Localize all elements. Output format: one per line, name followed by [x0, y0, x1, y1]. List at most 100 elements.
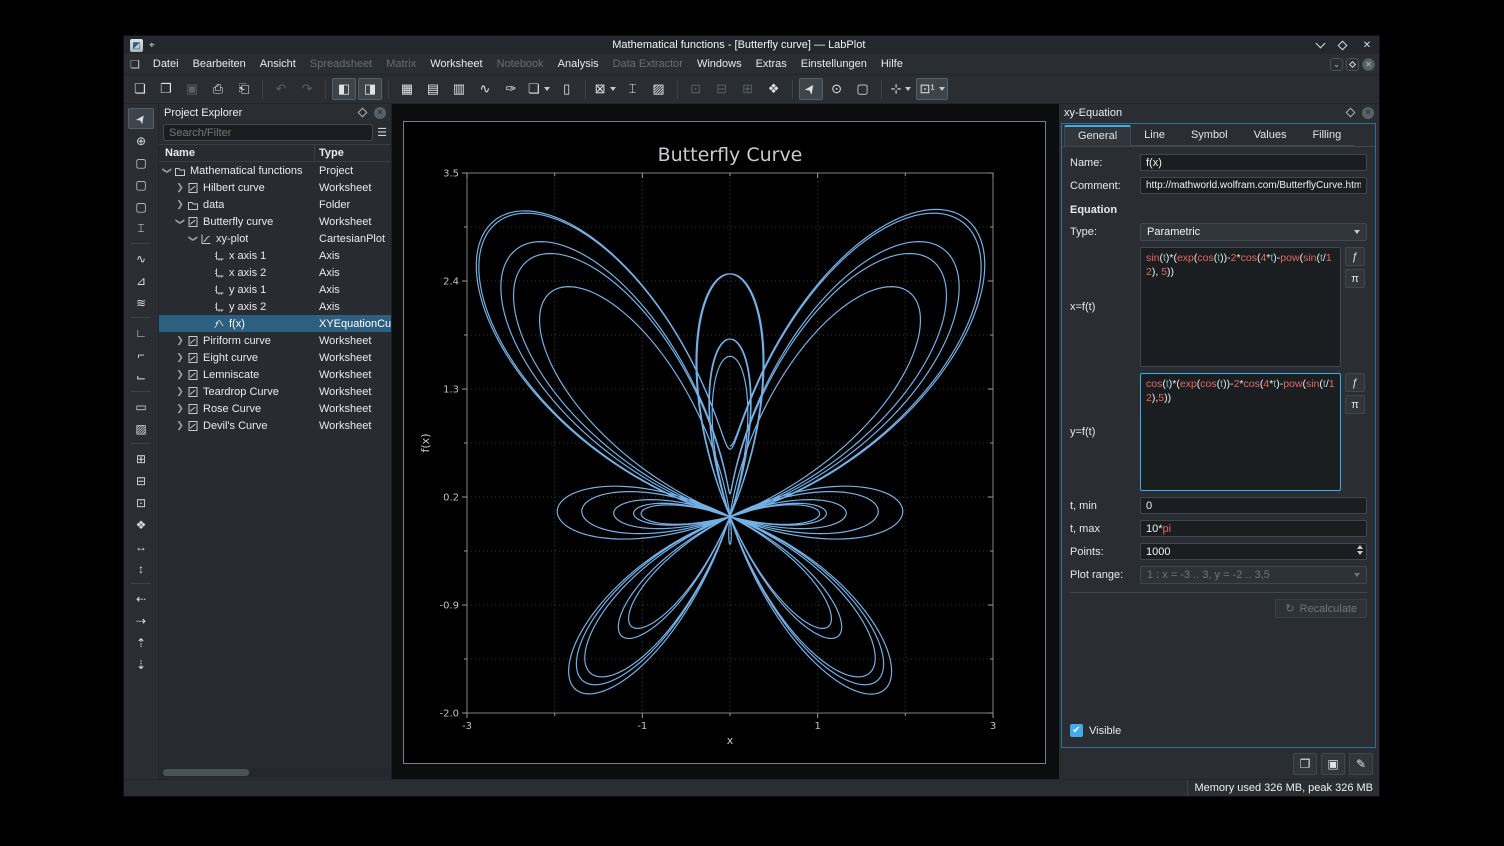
toggle-project-explorer-button[interactable]: ◧ — [332, 78, 356, 100]
horizontal-scrollbar[interactable] — [161, 768, 389, 777]
zoom-fit-button[interactable]: ❖ — [128, 514, 154, 535]
tree-row-rose-curve[interactable]: ❯Rose CurveWorksheet — [159, 400, 391, 417]
zoom-y-select-tool-button[interactable]: ▢ — [128, 196, 154, 217]
equation-type-select[interactable]: Parametric — [1140, 223, 1367, 241]
show-all-windows-button[interactable]: ❖ — [762, 78, 786, 100]
expander-icon[interactable]: ❯ — [175, 386, 185, 397]
tab-values[interactable]: Values — [1241, 126, 1300, 146]
shift-right-x-button[interactable]: ⇢ — [128, 610, 154, 631]
add-x-axis-button[interactable]: ⌐ — [128, 344, 154, 365]
add-plot-image-button[interactable]: ▨ — [128, 418, 154, 439]
tree-row-y-axis-1[interactable]: y axis 1Axis — [159, 281, 391, 298]
stepper-arrows[interactable] — [1357, 545, 1363, 555]
close-panel-icon[interactable]: ✕ — [374, 107, 386, 119]
select-tool-button[interactable]: ➤ — [128, 108, 154, 129]
menu-hilfe[interactable]: Hilfe — [874, 56, 910, 72]
menu-worksheet[interactable]: Worksheet — [423, 56, 489, 72]
tree-row-hilbert-curve[interactable]: ❯Hilbert curveWorksheet — [159, 179, 391, 196]
add-legend-button[interactable]: ▭ — [128, 396, 154, 417]
save-function-as-button[interactable]: ✎ — [1349, 753, 1373, 775]
tree-row-x-axis-1[interactable]: x axis 1Axis — [159, 247, 391, 264]
filter-options-icon[interactable]: ☰ — [377, 126, 387, 139]
titlebar[interactable]: ◩ ⌖ Mathematical functions - [Butterfly … — [124, 36, 1379, 54]
new-spreadsheet-button[interactable]: ▤ — [421, 78, 445, 100]
float-panel-icon[interactable] — [358, 108, 368, 118]
expander-icon[interactable]: ❯ — [175, 403, 185, 414]
add-axis-button[interactable]: ∟ — [128, 322, 154, 343]
float-panel-icon[interactable] — [1346, 108, 1356, 118]
insert-constant-button[interactable]: π — [1345, 269, 1365, 288]
expander-icon[interactable]: ❯ — [175, 182, 185, 193]
shift-up-y-button[interactable]: ⇡ — [128, 632, 154, 653]
mdi-restore-button[interactable] — [1346, 58, 1359, 71]
tab-general[interactable]: General — [1064, 125, 1131, 146]
type-column-header[interactable]: Type — [315, 147, 391, 159]
tree-row-eight-curve[interactable]: ❯Eight curveWorksheet — [159, 349, 391, 366]
add-equation-curve-button[interactable]: ≋ — [128, 292, 154, 313]
navigate-mode-button[interactable]: ⊙ — [825, 78, 849, 100]
toggle-properties-explorer-button[interactable]: ◨ — [358, 78, 382, 100]
menu-extras[interactable]: Extras — [749, 56, 794, 72]
tree-row-butterfly-curve[interactable]: ❯Butterfly curveWorksheet — [159, 213, 391, 230]
add-xy-curve-button[interactable]: ∿ — [128, 248, 154, 269]
expander-icon[interactable]: ❯ — [175, 369, 185, 380]
new-matrix-button[interactable]: ▥ — [447, 78, 471, 100]
menu-analysis[interactable]: Analysis — [551, 56, 606, 72]
zoom-fit-y-button[interactable]: ↕ — [128, 558, 154, 579]
name-column-header[interactable]: Name — [159, 145, 315, 161]
crosshair-cursor-button[interactable]: ⊕ — [128, 130, 154, 151]
expander-icon[interactable]: ❯ — [175, 352, 185, 363]
tree-row-data[interactable]: ❯dataFolder — [159, 196, 391, 213]
t-max-field[interactable]: 10*pi — [1140, 520, 1367, 537]
print-preview-button[interactable]: ⎗ — [232, 78, 256, 100]
comment-field[interactable] — [1140, 177, 1367, 194]
visible-checkbox[interactable]: ✔ — [1070, 724, 1083, 737]
project-explorer-header[interactable]: Project Explorer ✕ — [159, 104, 391, 121]
add-histogram-button[interactable]: ⊿ — [128, 270, 154, 291]
zoom-select-tool-button[interactable]: ▢ — [128, 152, 154, 173]
menu-einstellungen[interactable]: Einstellungen — [794, 56, 874, 72]
menu-ansicht[interactable]: Ansicht — [253, 56, 303, 72]
tab-symbol[interactable]: Symbol — [1178, 126, 1241, 146]
tree-row-f-x-[interactable]: f(x)XYEquationCurve — [159, 315, 391, 332]
insert-function-button[interactable]: ƒ — [1345, 373, 1365, 392]
new-project-button[interactable]: ❏ — [128, 78, 152, 100]
scrollbar-thumb[interactable] — [163, 769, 249, 776]
shift-left-x-button[interactable]: ⇠ — [128, 588, 154, 609]
shift-down-y-button[interactable]: ⇣ — [128, 654, 154, 675]
add-text-label-button[interactable]: ⌶ — [621, 78, 645, 100]
save-function-button[interactable]: ▣ — [1321, 753, 1345, 775]
tree-row-x-axis-2[interactable]: x axis 2Axis — [159, 264, 391, 281]
worksheet-view[interactable]: Butterfly Curve-3-1133.52.41.30.2-0.9-2.… — [392, 104, 1059, 779]
butterfly-plot[interactable]: Butterfly Curve-3-1133.52.41.30.2-0.9-2.… — [403, 121, 1046, 764]
new-datapicker-button[interactable]: ✑ — [499, 78, 523, 100]
t-min-field[interactable] — [1140, 497, 1367, 514]
mdi-minimize-button[interactable]: ⌄ — [1330, 58, 1343, 71]
add-image-button[interactable]: ▨ — [647, 78, 671, 100]
tab-filling[interactable]: Filling — [1299, 126, 1354, 146]
step-down-icon[interactable] — [1357, 551, 1363, 555]
magnification-dropdown[interactable]: ⊹ — [888, 78, 915, 100]
select-pointer-mode-button[interactable]: ➤ — [799, 78, 823, 100]
expander-icon[interactable]: ❯ — [175, 335, 185, 346]
add-new-dropdown[interactable]: ❏ — [525, 78, 553, 100]
tree-row-teardrop-curve[interactable]: ❯Teardrop CurveWorksheet — [159, 383, 391, 400]
y-equation-field[interactable]: cos(t)*(exp(cos(t))-2*cos(4*t)-pow(sin(t… — [1140, 373, 1341, 491]
step-up-icon[interactable] — [1357, 545, 1363, 549]
close-panel-icon[interactable]: ✕ — [1362, 107, 1374, 119]
print-button[interactable]: ⎙ — [206, 78, 230, 100]
tab-line[interactable]: Line — [1131, 126, 1178, 146]
tree-row-mathematical-functions[interactable]: ❯Mathematical functionsProject — [159, 162, 391, 179]
menu-windows[interactable]: Windows — [690, 56, 749, 72]
zoom-out-button[interactable]: ⊟ — [128, 470, 154, 491]
zoom-origin-button[interactable]: ⊡ — [128, 492, 154, 513]
export-worksheet-dropdown[interactable]: ⊠ — [592, 78, 619, 100]
search-input[interactable] — [163, 124, 373, 141]
tree-row-y-axis-2[interactable]: y axis 2Axis — [159, 298, 391, 315]
x-equation-field[interactable]: sin(t)*(exp(cos(t))-2*cos(4*t)-pow(sin(t… — [1140, 247, 1341, 367]
menu-bearbeiten[interactable]: Bearbeiten — [186, 56, 253, 72]
open-project-button[interactable]: ❐ — [154, 78, 178, 100]
tree-row-xy-plot[interactable]: ❯xy-plotCartesianPlot — [159, 230, 391, 247]
zoom-level-dropdown[interactable]: ⊡¹ — [916, 78, 947, 100]
new-worksheet-button[interactable]: ∿ — [473, 78, 497, 100]
